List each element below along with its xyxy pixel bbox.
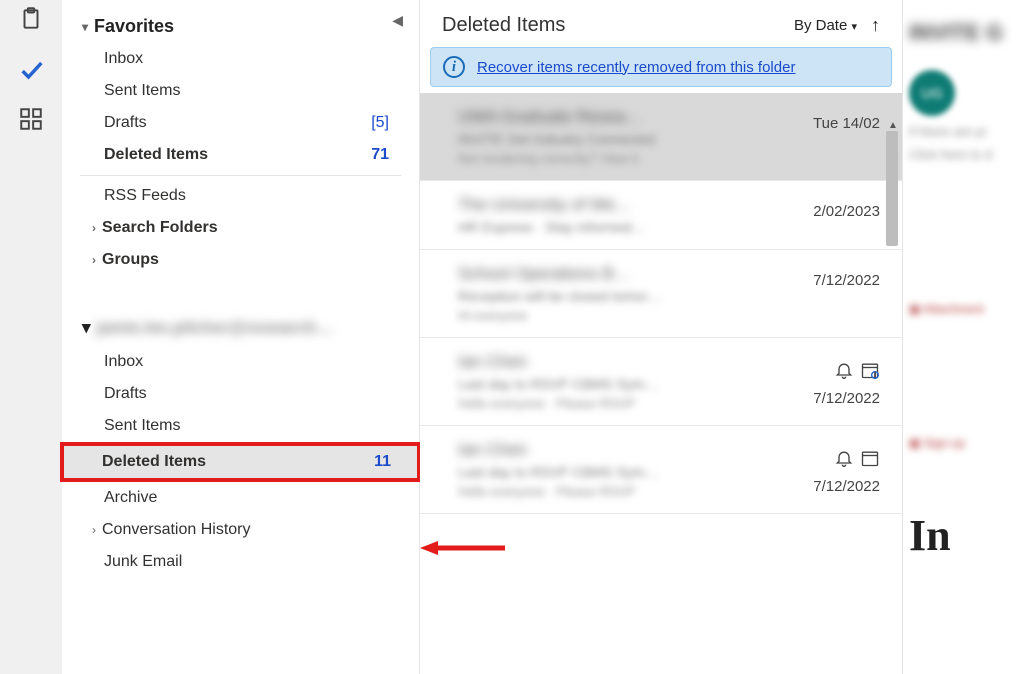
message-date: Tue 14/02	[813, 115, 880, 132]
collapse-pane-icon[interactable]: ◀	[392, 12, 403, 29]
calendar-info-icon: i	[860, 360, 880, 384]
highlighted-folder: Deleted Items 11	[60, 442, 421, 482]
list-title: Deleted Items	[442, 14, 565, 37]
chevron-down-icon: ▾	[851, 21, 857, 33]
favorites-header[interactable]: ▾ Favorites	[62, 10, 419, 43]
list-header: Deleted Items By Date ▾ ↑	[420, 0, 902, 47]
account-drafts[interactable]: Drafts	[62, 378, 419, 410]
app-rail	[0, 0, 62, 674]
favorites-rss-feeds[interactable]: RSS Feeds	[62, 180, 419, 212]
list-pane: Deleted Items By Date ▾ ↑ i Recover item…	[420, 0, 1023, 674]
scrollbar-thumb[interactable]	[886, 131, 898, 246]
account-conversation-history[interactable]: ›Conversation History	[62, 514, 419, 546]
message-item[interactable]: School Operations B… Reception will be c…	[420, 250, 902, 338]
chevron-down-icon: ▾	[82, 318, 91, 338]
bell-icon	[834, 360, 854, 384]
chevron-right-icon: ›	[92, 253, 96, 267]
account-sent-items[interactable]: Sent Items	[62, 410, 419, 442]
todo-icon[interactable]	[18, 56, 44, 82]
sort-button[interactable]: By Date ▾	[794, 17, 857, 34]
folder-pane: ◀ ▾ Favorites Inbox Sent Items Drafts [5…	[62, 0, 420, 674]
recover-banner: i Recover items recently removed from th…	[430, 47, 892, 87]
info-icon: i	[443, 56, 465, 78]
scrollbar[interactable]: ▲	[886, 120, 900, 520]
sort-direction-icon[interactable]: ↑	[871, 15, 880, 36]
favorites-sent-items[interactable]: Sent Items	[62, 75, 419, 107]
account-header[interactable]: ▾ jamie.lee.pilcher@research…	[62, 310, 419, 346]
svg-text:i: i	[874, 373, 875, 379]
attachment-chip[interactable]: ▣ Attachment	[909, 302, 1023, 316]
scroll-up-icon[interactable]: ▲	[886, 120, 900, 131]
account-archive[interactable]: Archive	[62, 482, 419, 514]
account-deleted-items[interactable]: Deleted Items 11	[64, 446, 417, 478]
annotation-arrow	[420, 538, 510, 558]
chevron-right-icon: ›	[92, 523, 96, 537]
clipboard-icon[interactable]	[18, 6, 44, 32]
avatar: UG	[909, 70, 955, 116]
message-item[interactable]: Ian Chen Last day to RSVP CBMS Sym… Hell…	[420, 426, 902, 514]
reading-subject: INVITE G	[909, 20, 1023, 46]
message-item[interactable]: The University of We… HR Express · Stay …	[420, 181, 902, 250]
message-date: 2/02/2023	[813, 203, 880, 220]
groups[interactable]: ›Groups	[62, 244, 419, 276]
message-date: 7/12/2022	[813, 272, 880, 289]
apps-icon[interactable]	[18, 106, 44, 132]
message-date: 7/12/2022	[813, 478, 880, 495]
chevron-right-icon: ›	[92, 221, 96, 235]
favorites-deleted-items[interactable]: Deleted Items 71	[62, 139, 419, 171]
search-folders[interactable]: ›Search Folders	[62, 212, 419, 244]
bell-icon	[834, 448, 854, 472]
message-item[interactable]: Ian Chen Last day to RSVP CBMS Sym… Hell…	[420, 338, 902, 426]
favorites-title: Favorites	[94, 16, 174, 37]
divider	[80, 175, 401, 176]
favorites-inbox[interactable]: Inbox	[62, 43, 419, 75]
message-date: 7/12/2022	[813, 390, 880, 407]
calendar-icon	[860, 448, 880, 472]
reading-body-heading: In	[909, 510, 1023, 561]
chevron-down-icon: ▾	[82, 20, 88, 34]
favorites-drafts[interactable]: Drafts [5]	[62, 107, 419, 139]
recover-link[interactable]: Recover items recently removed from this…	[477, 59, 795, 76]
reading-pane: INVITE G UG If there are pr Click here t…	[903, 0, 1023, 674]
attachment-chip[interactable]: ▣ Sign-up	[909, 436, 1023, 450]
account-inbox[interactable]: Inbox	[62, 346, 419, 378]
account-junk-email[interactable]: Junk Email	[62, 546, 419, 578]
message-item[interactable]: UWA Graduate Resea… INVITE Get Industry …	[420, 93, 902, 181]
message-list: UWA Graduate Resea… INVITE Get Industry …	[420, 93, 902, 514]
